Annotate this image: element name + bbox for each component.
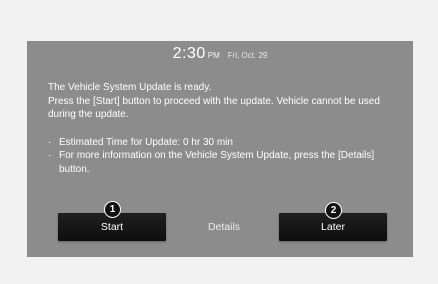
details-button-label: Details	[207, 221, 241, 233]
details-button[interactable]: Details	[188, 213, 260, 241]
update-message: The Vehicle System Update is ready. Pres…	[48, 81, 398, 176]
bullet-estimated-time: · Estimated Time for Update: 0 hr 30 min	[48, 136, 398, 150]
callout-marker-1: 1	[104, 201, 121, 218]
start-button-label: Start	[100, 221, 124, 233]
message-headline: The Vehicle System Update is ready.	[48, 82, 212, 93]
message-bullet-list: · Estimated Time for Update: 0 hr 30 min…	[48, 136, 398, 177]
bullet-dot-icon: ·	[48, 150, 52, 161]
callout-marker-2: 2	[325, 202, 342, 219]
bullet-dot-icon: ·	[48, 136, 52, 148]
bullet-text: Estimated Time for Update: 0 hr 30 min	[59, 136, 233, 148]
bullet-text: For more information on the Vehicle Syst…	[59, 150, 375, 175]
bullet-more-info: · For more information on the Vehicle Sy…	[48, 149, 398, 176]
message-body: Press the [Start] button to proceed with…	[48, 95, 380, 121]
clock-time: 2:30	[172, 45, 206, 62]
clock-ampm: PM	[207, 51, 220, 60]
clock-date: Fri, Oct. 29	[227, 51, 268, 60]
infotainment-screen: 2:30 PM Fri, Oct. 29 The Vehicle System Up…	[27, 41, 413, 257]
later-button-label: Later	[321, 221, 345, 233]
status-bar: 2:30 PM Fri, Oct. 29	[27, 45, 413, 63]
